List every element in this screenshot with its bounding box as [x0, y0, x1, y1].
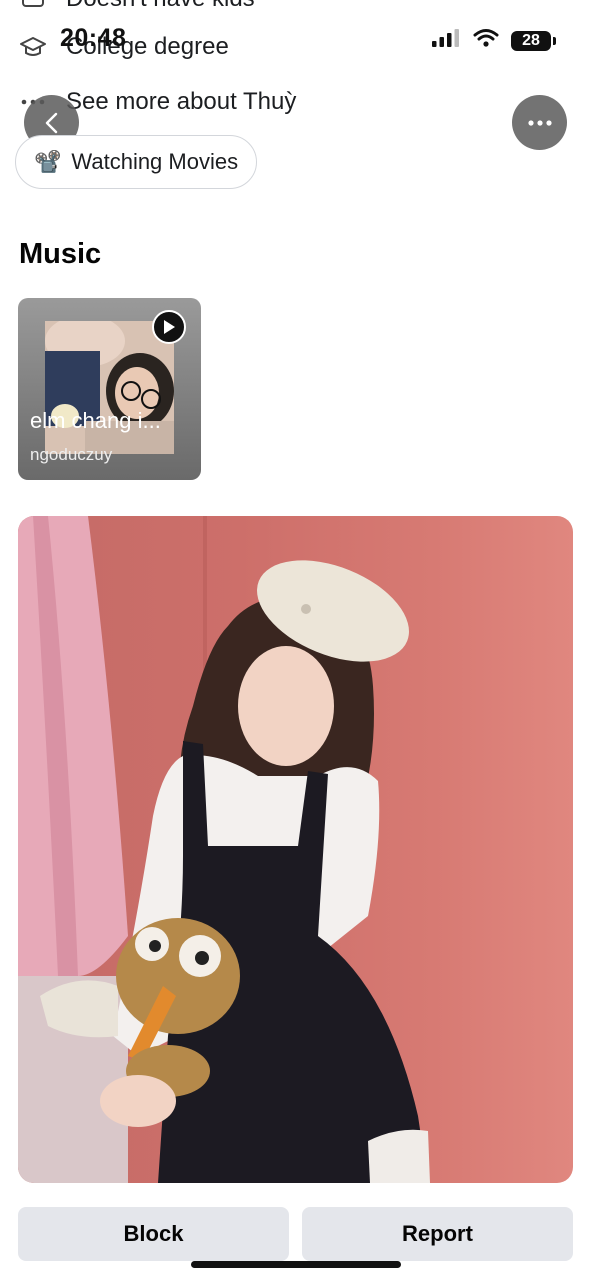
- detail-row-kids: Doesn't have kids: [18, 0, 255, 14]
- ellipsis-icon: [527, 119, 552, 126]
- film-projector-icon: 📽️: [34, 149, 62, 174]
- photo-illustration: [18, 516, 430, 1183]
- more-options-button[interactable]: [512, 95, 567, 150]
- home-indicator: [191, 1261, 401, 1268]
- block-button[interactable]: Block: [18, 1207, 289, 1261]
- graduation-cap-icon: [18, 32, 48, 62]
- music-section-title: Music: [19, 238, 102, 270]
- wifi-icon: [473, 28, 499, 53]
- status-time: 20:48: [60, 24, 127, 52]
- signal-icon: [431, 28, 461, 53]
- profile-photo[interactable]: [18, 516, 573, 1183]
- report-button[interactable]: Report: [302, 1207, 573, 1261]
- see-more-text: See more about Thuỳ: [66, 88, 297, 115]
- interest-label: Watching Movies: [71, 149, 239, 174]
- interest-chip-watching-movies[interactable]: 📽️ Watching Movies: [15, 135, 258, 189]
- status-indicators: 28: [431, 28, 556, 53]
- battery-indicator: 28: [511, 30, 556, 51]
- detail-kids-text: Doesn't have kids: [66, 0, 255, 13]
- play-icon[interactable]: [152, 310, 186, 344]
- music-track-artist: ngoduczuy: [30, 445, 113, 464]
- chevron-left-icon: [45, 112, 57, 133]
- music-track-title: elm chang i...: [30, 408, 161, 433]
- album-art: [45, 321, 174, 454]
- music-track-card[interactable]: elm chang i... ngoduczuy: [18, 298, 201, 480]
- family-icon: [18, 0, 48, 14]
